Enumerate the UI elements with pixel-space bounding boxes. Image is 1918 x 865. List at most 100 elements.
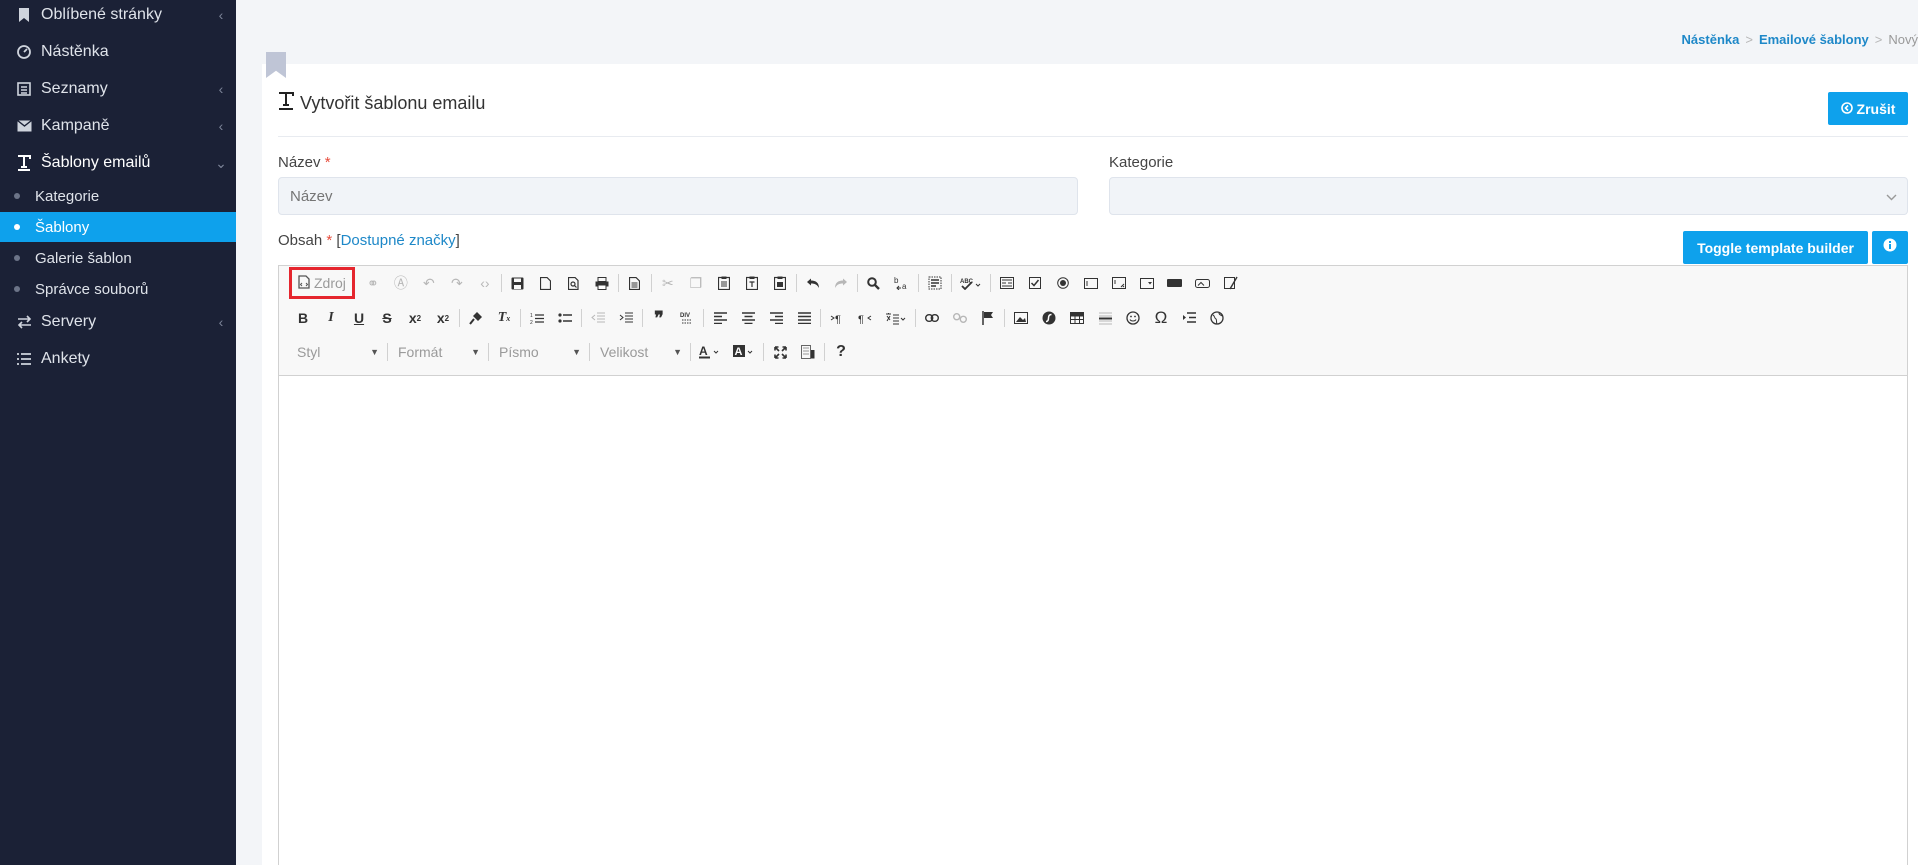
show-blocks-icon[interactable] [794,339,822,365]
category-select[interactable] [1109,177,1908,215]
hidden-field-icon[interactable] [1217,270,1245,296]
sidebar-subitem-template-gallery[interactable]: Galerie šablon [0,243,236,273]
page-break-icon[interactable] [1175,305,1203,331]
div-container-icon[interactable]: DIV [673,305,701,331]
save-icon[interactable] [504,270,532,296]
special-char-icon[interactable]: Ω [1147,305,1175,331]
spellcheck-icon[interactable]: ABC [954,270,988,296]
name-input[interactable] [278,177,1078,215]
undo-icon[interactable] [799,270,827,296]
info-button[interactable] [1872,231,1908,264]
select-all-text-icon[interactable] [921,270,949,296]
source-button[interactable]: Zdroj [289,267,355,299]
form-icon[interactable] [993,270,1021,296]
button-field-icon[interactable] [1161,270,1189,296]
sidebar-item-servers[interactable]: Servery ‹ [0,307,236,337]
preview-icon[interactable] [560,270,588,296]
sidebar-item-favorites[interactable]: Oblíbené stránky ‹ [0,0,236,30]
bulleted-list-icon[interactable] [551,305,579,331]
sidebar-item-email-templates[interactable]: Šablony emailů ⌄ [0,148,236,178]
sidebar-item-lists[interactable]: Seznamy ‹ [0,74,236,104]
paste-icon[interactable] [710,270,738,296]
sidebar-item-campaigns[interactable]: Kampaně ‹ [0,111,236,141]
sidebar-subitem-file-manager[interactable]: Správce souborů [0,274,236,304]
binoculars-icon[interactable]: ⚭ [359,270,387,296]
new-page-icon[interactable] [532,270,560,296]
sidebar-subitem-label: Kategorie [35,187,100,205]
replace-icon[interactable]: ba [888,270,916,296]
superscript-icon[interactable]: x2 [429,305,457,331]
divider [278,136,1908,137]
flash-icon[interactable] [1035,305,1063,331]
maximize-icon[interactable] [766,339,794,365]
horizontal-rule-icon[interactable] [1091,305,1119,331]
help-icon[interactable]: ? [827,339,855,365]
find-icon[interactable] [860,270,888,296]
redo-icon[interactable] [827,270,855,296]
caret-down-icon: ▼ [370,347,379,357]
style-combo[interactable]: Styl ▼ [289,340,385,364]
remove-format-icon[interactable]: Tx [490,305,518,331]
copy-icon[interactable]: ❐ [682,270,710,296]
copy-formatting-icon[interactable] [462,305,490,331]
print-icon[interactable] [588,270,616,296]
unlink-icon[interactable] [946,305,974,331]
smiley-icon[interactable] [1119,305,1147,331]
anchor-flag-icon[interactable] [974,305,1002,331]
size-combo[interactable]: Velikost ▼ [592,340,688,364]
clear-icon[interactable]: ↷ [443,270,471,296]
cut-icon[interactable]: ✂ [654,270,682,296]
radio-icon[interactable] [1049,270,1077,296]
indent-icon[interactable] [612,305,640,331]
background-color-icon[interactable]: A [727,339,761,365]
italic-icon[interactable]: I [317,305,345,331]
toolbar-separator [915,309,916,327]
table-icon[interactable] [1063,305,1091,331]
select-all-icon[interactable]: Ⓐ [387,270,415,296]
templates-icon[interactable] [621,270,649,296]
breadcrumb-dashboard[interactable]: Nástěnka [1682,32,1740,47]
rtl-icon[interactable]: ¶ [851,305,879,331]
undo-template-icon[interactable]: ↶ [415,270,443,296]
sidebar-item-label: Kampaně [41,117,110,134]
paste-text-icon[interactable] [738,270,766,296]
available-tags-link[interactable]: Dostupné značky [341,232,456,249]
font-combo-label: Písmo [499,344,539,360]
paste-word-icon[interactable] [766,270,794,296]
subscript-icon[interactable]: x2 [401,305,429,331]
strikethrough-icon[interactable]: S [373,305,401,331]
align-center-icon[interactable] [734,305,762,331]
numbered-list-icon[interactable]: 12 [523,305,551,331]
format-combo[interactable]: Formát ▼ [390,340,486,364]
editor-content-area[interactable] [279,376,1907,865]
sidebar-item-dashboard[interactable]: Nástěnka [0,37,236,67]
code-icon[interactable]: ‹› [471,270,499,296]
blockquote-icon[interactable]: ❞ [645,305,673,331]
toggle-template-builder-button[interactable]: Toggle template builder [1683,231,1868,264]
language-icon[interactable] [879,305,913,331]
iframe-globe-icon[interactable] [1203,305,1231,331]
image-button-icon[interactable] [1189,270,1217,296]
image-icon[interactable] [1007,305,1035,331]
outdent-icon[interactable] [584,305,612,331]
textarea-icon[interactable] [1105,270,1133,296]
chevron-down-icon [1886,190,1897,204]
breadcrumb-email-templates[interactable]: Emailové šablony [1759,32,1869,47]
select-field-icon[interactable] [1133,270,1161,296]
ltr-icon[interactable]: ¶ [823,305,851,331]
text-color-icon[interactable]: A [693,339,727,365]
sidebar-subitem-categories[interactable]: Kategorie [0,181,236,211]
align-left-icon[interactable] [706,305,734,331]
cancel-button[interactable]: Zrušit [1828,92,1908,125]
underline-icon[interactable]: U [345,305,373,331]
sidebar-subitem-templates[interactable]: Šablony [0,212,236,242]
text-field-icon[interactable] [1077,270,1105,296]
sidebar-item-polls[interactable]: Ankety [0,344,236,374]
link-icon[interactable] [918,305,946,331]
chevron-left-icon: ‹ [218,81,224,97]
bold-icon[interactable]: B [289,305,317,331]
align-right-icon[interactable] [762,305,790,331]
font-combo[interactable]: Písmo ▼ [491,340,587,364]
align-justify-icon[interactable] [790,305,818,331]
checkbox-icon[interactable] [1021,270,1049,296]
